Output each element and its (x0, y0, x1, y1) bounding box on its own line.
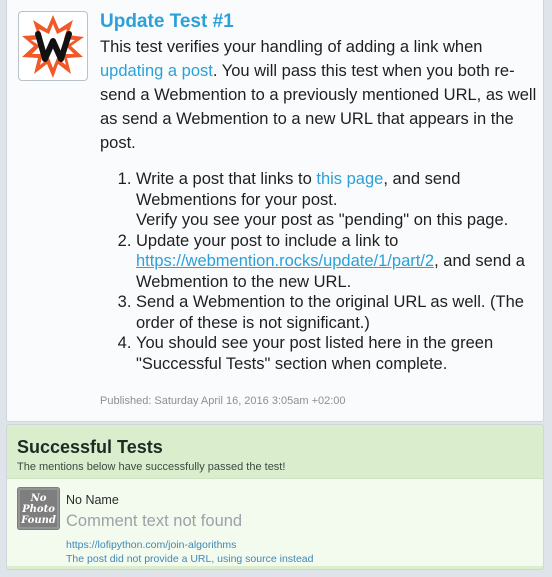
webmention-logo (18, 11, 88, 81)
webmention-starburst-icon (22, 15, 84, 78)
step-note: Verify you see your post as "pending" on… (136, 211, 509, 229)
step-item: Update your post to include a link to ht… (136, 231, 537, 293)
section-subtitle: The mentions below have successfully pas… (17, 461, 286, 473)
step-item: You should see your post listed here in … (136, 333, 537, 374)
step-text: Write a post that links to (136, 170, 317, 188)
avatar-text-line: No (30, 493, 47, 504)
mention-item: No Photo Found No Name Comment text not … (7, 478, 543, 566)
post-title[interactable]: Update Test #1 (100, 9, 537, 35)
avatar: No Photo Found (17, 487, 60, 530)
updating-a-post-link[interactable]: updating a post (100, 62, 213, 80)
published-date: Published: Saturday April 16, 2016 3:05a… (100, 395, 346, 407)
step-item: Send a Webmention to the original URL as… (136, 292, 537, 333)
mention-comment: Comment text not found (66, 512, 243, 530)
step-text: Update your post to include a link to (136, 231, 399, 250)
mention-author: No Name (66, 493, 119, 507)
post-intro: This test verifies your handling of addi… (100, 35, 537, 155)
test-post-card: Update Test #1 This test verifies your h… (6, 0, 544, 422)
intro-text-start: This test verifies your handling of addi… (100, 38, 483, 56)
avatar-text-line: Photo (21, 504, 55, 515)
mention-source-link[interactable]: https://lofipython.com/join-algorithms (66, 539, 236, 551)
successful-tests-section: Successful Tests The mentions below have… (6, 424, 544, 570)
this-page-link[interactable]: this page (316, 170, 383, 188)
mention-note: The post did not provide a URL, using so… (66, 553, 314, 565)
avatar-text-line: Found (20, 515, 56, 526)
no-photo-placeholder-icon: No Photo Found (17, 487, 60, 530)
update-part-2-link[interactable]: https://webmention.rocks/update/1/part/2 (136, 252, 434, 270)
post-body: Update Test #1 This test verifies your h… (100, 9, 537, 374)
test-steps-list: Write a post that links to this page, an… (100, 169, 537, 374)
step-item: Write a post that links to this page, an… (136, 169, 537, 231)
section-title: Successful Tests (17, 437, 163, 457)
